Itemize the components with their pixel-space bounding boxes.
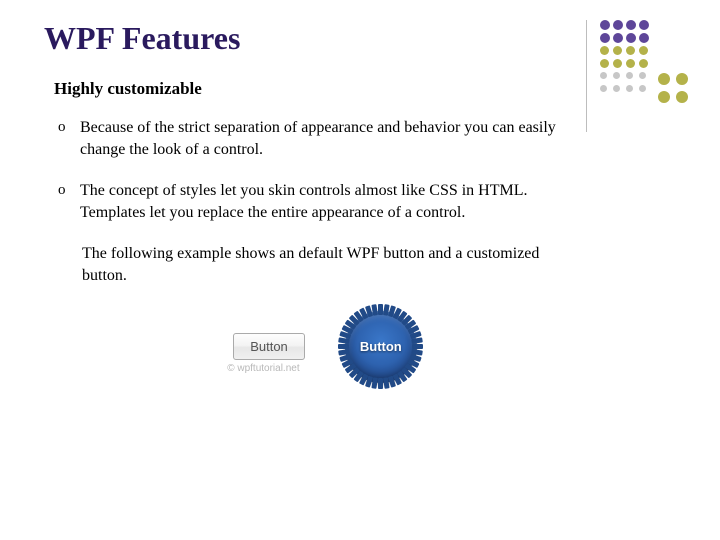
bullet-item: The concept of styles let you skin contr… — [56, 180, 560, 223]
page-title: WPF Features — [44, 20, 670, 57]
credit-text: © wpftutorial.net — [227, 363, 299, 374]
custom-button-label: Button — [360, 339, 402, 354]
subtitle: Highly customizable — [54, 79, 670, 99]
default-button-wrap: Button © wpftutorial.net — [233, 333, 305, 360]
bullet-item: Because of the strict separation of appe… — [56, 117, 560, 160]
bullet-list: Because of the strict separation of appe… — [56, 117, 670, 223]
button-example-row: Button © wpftutorial.net Button — [40, 311, 670, 383]
example-text: The following example shows an default W… — [82, 243, 670, 286]
default-wpf-button: Button — [233, 333, 305, 360]
custom-wpf-button: Button — [345, 311, 417, 383]
badge-circle-icon: Button — [345, 311, 417, 383]
decorative-dots-icon — [594, 18, 704, 138]
